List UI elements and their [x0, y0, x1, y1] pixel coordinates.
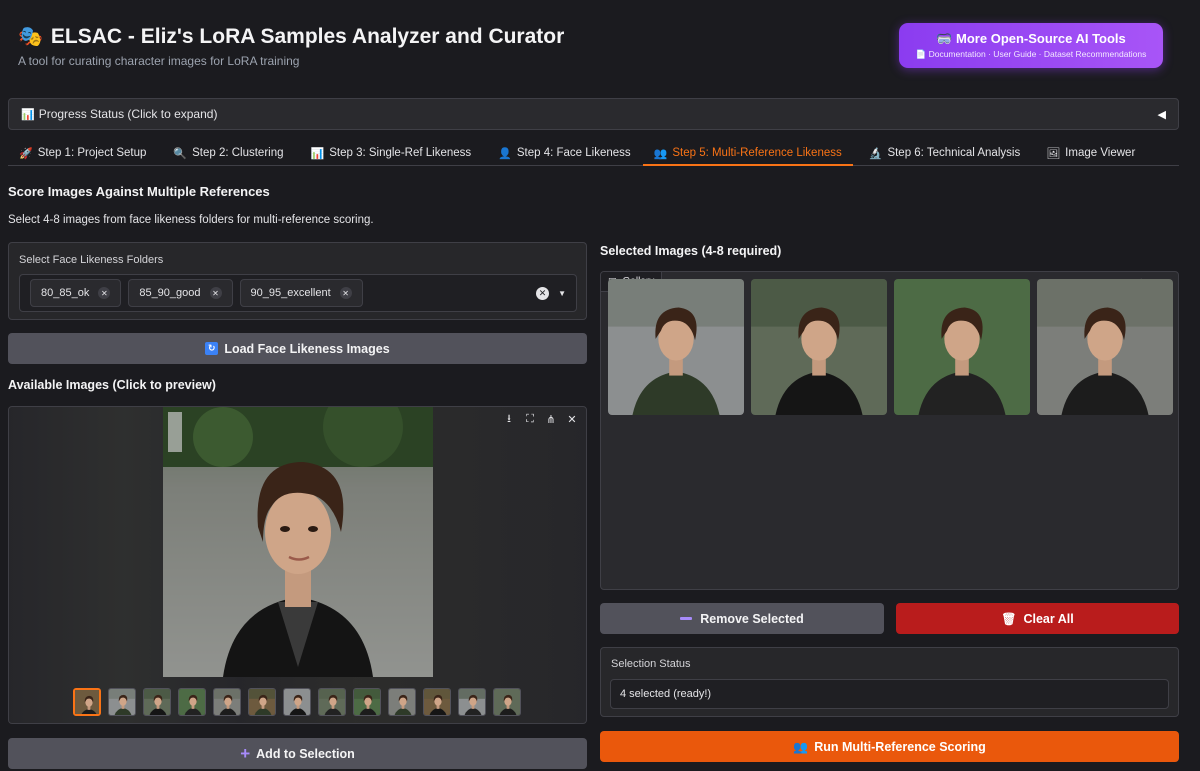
available-images-title: Available Images (Click to preview) — [8, 378, 216, 392]
tab-step-6[interactable]: 🔬 Step 6: Technical Analysis — [858, 141, 1031, 166]
add-button-label: Add to Selection — [256, 746, 355, 761]
close-icon[interactable]: ✕ — [564, 411, 580, 427]
tab-label: Step 6: Technical Analysis — [887, 147, 1021, 159]
thumbnail[interactable] — [318, 688, 346, 716]
share-icon[interactable]: ⋔ — [543, 411, 559, 427]
chart-icon: 📊 — [310, 148, 325, 160]
folder-multiselect[interactable]: 80_85_ok ✕ 85_90_good ✕ 90_95_excellent ✕ ✕… — [19, 274, 577, 312]
clear-all-icon[interactable]: ✕ — [536, 286, 550, 300]
person-icon: 👤 — [498, 148, 512, 160]
progress-status-label: Progress Status (Click to expand) — [38, 107, 218, 121]
thumbnail[interactable] — [178, 688, 206, 716]
tab-step-1[interactable]: 🚀 Step 1: Project Setup — [8, 141, 157, 166]
image-preview: ⭳ ⛶ ⋔ ✕ — [8, 406, 587, 724]
fullscreen-icon[interactable]: ⛶ — [522, 411, 538, 427]
run-button-label: Run Multi-Reference Scoring — [814, 739, 986, 754]
tab-image-viewer[interactable]: 🖼 Image Viewer — [1035, 141, 1146, 166]
gallery-image[interactable] — [894, 279, 1030, 415]
thumbnail[interactable] — [458, 688, 486, 716]
thumbnail[interactable] — [248, 688, 276, 716]
add-to-selection-button[interactable]: + Add to Selection — [8, 738, 587, 769]
remove-button-label: Remove Selected — [700, 611, 804, 626]
collapse-caret-icon[interactable]: ◀ — [1158, 108, 1166, 121]
folder-selector-panel: Select Face Likeness Folders 80_85_ok ✕ 8… — [8, 242, 587, 320]
folder-chip: 80_85_ok ✕ — [30, 279, 122, 307]
portrait-image — [163, 407, 433, 677]
section-title: Score Images Against Multiple References — [8, 184, 270, 199]
microscope-icon: 🔬 — [868, 148, 883, 160]
trash-icon: 🗑 — [1001, 611, 1017, 626]
gallery-image[interactable] — [751, 279, 887, 415]
selection-status-panel: Selection Status 4 selected (ready!) — [600, 647, 1179, 717]
chip-label: 80_85_ok — [41, 287, 90, 299]
tab-label: Step 1: Project Setup — [37, 147, 147, 159]
preview-photo[interactable] — [163, 407, 433, 677]
picture-icon: 🖼 — [1046, 148, 1061, 160]
theater-masks-icon: 🎭 — [18, 26, 43, 48]
tab-label: Step 2: Clustering — [192, 147, 284, 159]
chip-label: 90_95_excellent — [250, 287, 331, 299]
thumbnail[interactable] — [143, 688, 171, 716]
section-description: Select 4-8 images from face likeness fol… — [8, 214, 374, 226]
load-face-likeness-button[interactable]: ↻ Load Face Likeness Images — [8, 333, 587, 364]
plus-icon: + — [240, 743, 251, 763]
download-icon[interactable]: ⭳ — [501, 411, 517, 427]
dropdown-caret-icon[interactable]: ▼ — [558, 289, 566, 298]
remove-selected-button[interactable]: Remove Selected — [600, 603, 884, 634]
selection-status-label: Selection Status — [611, 658, 691, 670]
refresh-icon: ↻ — [205, 342, 219, 355]
document-icon: 📄 — [915, 49, 927, 59]
selected-gallery: ▣ Gallery ⇪ ✕ — [600, 271, 1179, 590]
thumbnail[interactable] — [423, 688, 451, 716]
folder-selector-label: Select Face Likeness Folders — [19, 254, 164, 266]
tab-step-5[interactable]: 👥 Step 5: Multi-Reference Likeness — [642, 141, 853, 166]
thumbnail[interactable] — [73, 688, 101, 716]
load-button-label: Load Face Likeness Images — [224, 341, 390, 356]
people-icon: 👥 — [653, 148, 668, 160]
tab-label: Step 4: Face Likeness — [516, 147, 631, 159]
more-tools-label: More Open-Source AI Tools — [956, 31, 1126, 46]
minus-icon — [680, 617, 693, 620]
thumbnail[interactable] — [493, 688, 521, 716]
thumbnail[interactable] — [388, 688, 416, 716]
remove-chip-icon[interactable]: ✕ — [339, 287, 352, 299]
folder-chip: 90_95_excellent ✕ — [239, 279, 363, 307]
tab-step-3[interactable]: 📊 Step 3: Single-Ref Likeness — [300, 141, 483, 166]
rocket-icon: 🚀 — [19, 148, 33, 160]
step-tabs: 🚀 Step 1: Project Setup 🔍 Step 2: Clusteri… — [8, 141, 1179, 166]
multiselect-controls: ✕ ▼ — [536, 286, 566, 300]
remove-chip-icon[interactable]: ✕ — [98, 287, 111, 299]
app-title-text: ELSAC - Eliz's LoRA Samples Analyzer and… — [50, 24, 565, 48]
selected-images-title: Selected Images (4-8 required) — [600, 244, 782, 258]
chart-icon: 📊 — [21, 108, 35, 121]
goggles-icon: 🥽 — [936, 31, 953, 46]
thumbnail[interactable] — [353, 688, 381, 716]
gallery-image[interactable] — [1037, 279, 1173, 415]
remove-chip-icon[interactable]: ✕ — [209, 287, 222, 299]
tab-step-2[interactable]: 🔍 Step 2: Clustering — [162, 141, 294, 166]
more-tools-sublabel: Documentation · User Guide · Dataset Rec… — [928, 49, 1147, 59]
clear-all-button[interactable]: 🗑 Clear All — [896, 603, 1179, 634]
thumbnail[interactable] — [283, 688, 311, 716]
run-multi-reference-scoring-button[interactable]: 👥 Run Multi-Reference Scoring — [600, 731, 1179, 762]
thumbnail-strip — [73, 688, 521, 716]
folder-chip: 85_90_good ✕ — [128, 279, 233, 307]
preview-toolbar: ⭳ ⛶ ⋔ ✕ — [501, 411, 580, 427]
progress-status-accordion[interactable]: 📊 Progress Status (Click to expand) ◀ — [8, 98, 1179, 130]
app-subtitle: A tool for curating character images for… — [18, 54, 300, 68]
app-title: 🎭 ELSAC - Eliz's LoRA Samples Analyzer a… — [18, 24, 564, 49]
thumbnail[interactable] — [108, 688, 136, 716]
selection-status-field[interactable]: 4 selected (ready!) — [610, 679, 1169, 709]
magnifier-icon: 🔍 — [173, 148, 188, 160]
chip-label: 85_90_good — [139, 287, 201, 299]
tab-label: Step 5: Multi-Reference Likeness — [672, 147, 842, 159]
thumbnail[interactable] — [213, 688, 241, 716]
clear-button-label: Clear All — [1023, 611, 1074, 626]
tab-label: Image Viewer — [1065, 147, 1136, 159]
people-icon: 👥 — [793, 739, 809, 754]
tab-label: Step 3: Single-Ref Likeness — [329, 147, 472, 159]
more-tools-button[interactable]: 🥽 More Open-Source AI Tools 📄 Documentat… — [899, 23, 1163, 68]
tab-step-4[interactable]: 👤 Step 4: Face Likeness — [487, 141, 642, 166]
gallery-image[interactable] — [608, 279, 744, 415]
